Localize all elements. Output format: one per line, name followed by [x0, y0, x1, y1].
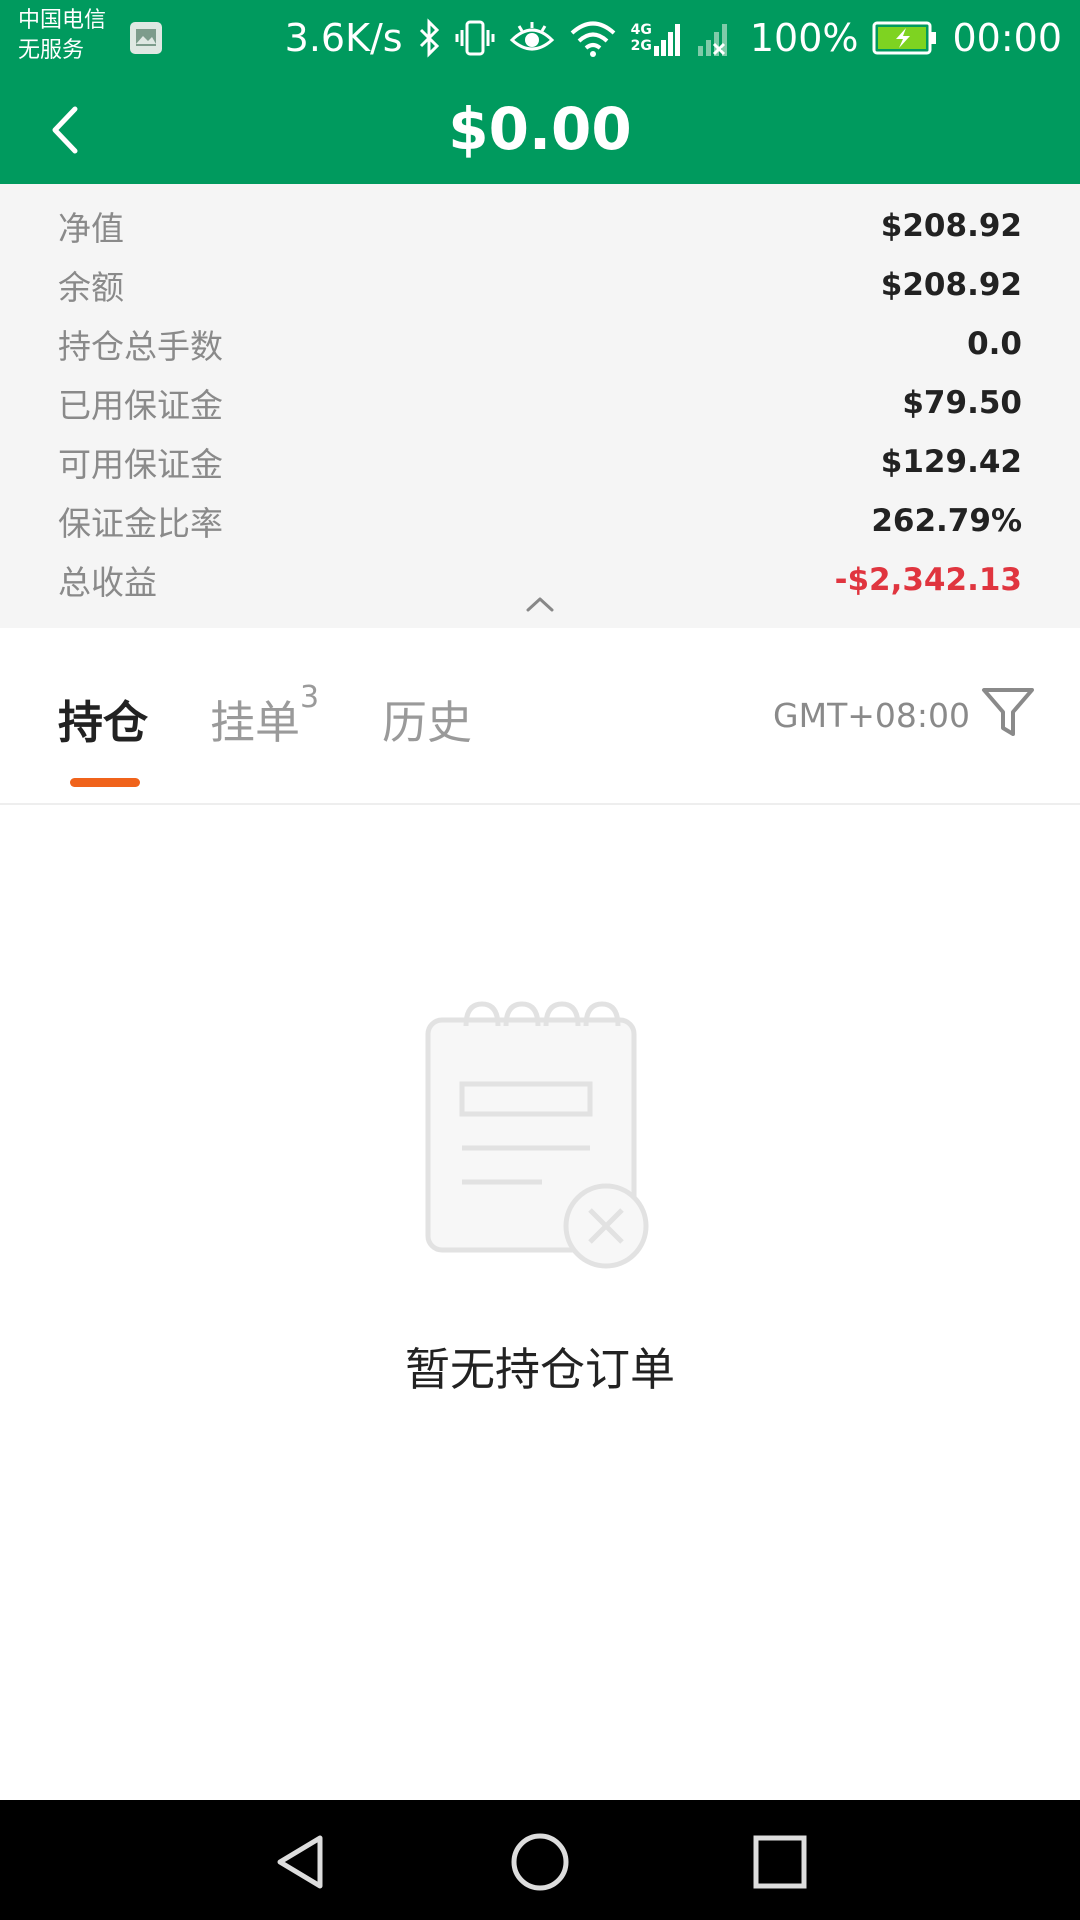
network-type-2g: 2G — [630, 37, 652, 54]
summary-value: $79.50 — [902, 384, 1022, 421]
signal-indicator: 4G 2G — [631, 18, 682, 58]
battery-charging-icon — [872, 21, 937, 54]
bluetooth-icon — [419, 17, 439, 58]
net-speed: 3.6K/s — [284, 15, 403, 60]
summary-value: 262.79% — [871, 502, 1022, 539]
gallery-icon — [130, 22, 162, 54]
status-indicators: 3.6K/s 4G 2G 100% 00:00 — [285, 0, 1062, 75]
eye-icon — [509, 21, 554, 50]
chevron-left-icon — [52, 106, 78, 154]
tab-label: 挂单 — [210, 696, 301, 749]
summary-row-total-lots: 持仓总手数 0.0 — [58, 314, 1022, 373]
filter-icon[interactable] — [980, 684, 1036, 740]
summary-value: $129.42 — [880, 443, 1022, 480]
summary-row-margin-ratio: 保证金比率 262.79% — [58, 491, 1022, 550]
carrier-name: 中国电信 — [18, 8, 107, 33]
summary-label: 持仓总手数 — [58, 326, 223, 366]
empty-state-text: 暂无持仓订单 — [404, 1343, 675, 1396]
tab-history[interactable]: 历史 — [382, 686, 472, 751]
tab-pending-orders[interactable]: 挂单3 — [210, 680, 319, 751]
summary-value-profit: -$2,342.13 — [834, 561, 1022, 598]
carrier-info: 中国电信 无服务 — [18, 6, 106, 66]
tab-positions[interactable]: 持仓 — [58, 686, 148, 751]
summary-value: $208.92 — [880, 266, 1022, 303]
battery-percent: 100% — [749, 15, 859, 60]
account-summary: 净值 $208.92 余额 $208.92 持仓总手数 0.0 已用保证金 $7… — [0, 184, 1080, 628]
summary-row-balance: 余额 $208.92 — [58, 255, 1022, 314]
no-signal-icon — [697, 23, 727, 56]
empty-notebook-icon — [425, 1001, 649, 1269]
active-tab-indicator — [70, 778, 140, 787]
page-title: $0.00 — [448, 95, 632, 163]
timezone-label[interactable]: GMT+08:00 — [773, 696, 970, 735]
carrier-service: 无服务 — [18, 38, 85, 63]
app-header: $0.00 — [0, 75, 1080, 184]
network-type-4g: 4G — [630, 21, 652, 38]
summary-label: 已用保证金 — [58, 385, 223, 425]
tab-bar: 持仓 挂单3 历史 GMT+08:00 — [0, 628, 1080, 805]
summary-row-used-margin: 已用保证金 $79.50 — [58, 373, 1022, 432]
tab-label: 历史 — [382, 696, 473, 749]
empty-state: 暂无持仓订单 — [0, 805, 1080, 1800]
summary-label: 余额 — [58, 267, 124, 307]
nav-back-icon[interactable] — [268, 1830, 332, 1894]
chevron-up-icon[interactable] — [522, 592, 558, 616]
wifi-icon — [570, 21, 615, 57]
status-bar: 中国电信 无服务 3.6K/s 4G 2G 100% 00:00 — [0, 0, 1080, 75]
summary-value: $208.92 — [880, 207, 1022, 244]
nav-home-icon[interactable] — [508, 1830, 572, 1894]
back-button[interactable] — [30, 95, 100, 165]
vibrate-icon — [455, 20, 495, 55]
nav-recents-icon[interactable] — [748, 1830, 812, 1894]
signal-icon — [653, 23, 680, 56]
system-nav-bar — [0, 1800, 1080, 1920]
summary-label: 保证金比率 — [58, 503, 223, 543]
summary-row-equity: 净值 $208.92 — [58, 196, 1022, 255]
summary-row-free-margin: 可用保证金 $129.42 — [58, 432, 1022, 491]
summary-value: 0.0 — [967, 325, 1022, 362]
summary-label: 净值 — [58, 208, 124, 248]
summary-label: 总收益 — [58, 562, 157, 602]
tab-badge: 3 — [300, 680, 320, 715]
summary-label: 可用保证金 — [58, 444, 223, 484]
clock: 00:00 — [952, 15, 1062, 60]
tab-label: 持仓 — [58, 696, 149, 749]
